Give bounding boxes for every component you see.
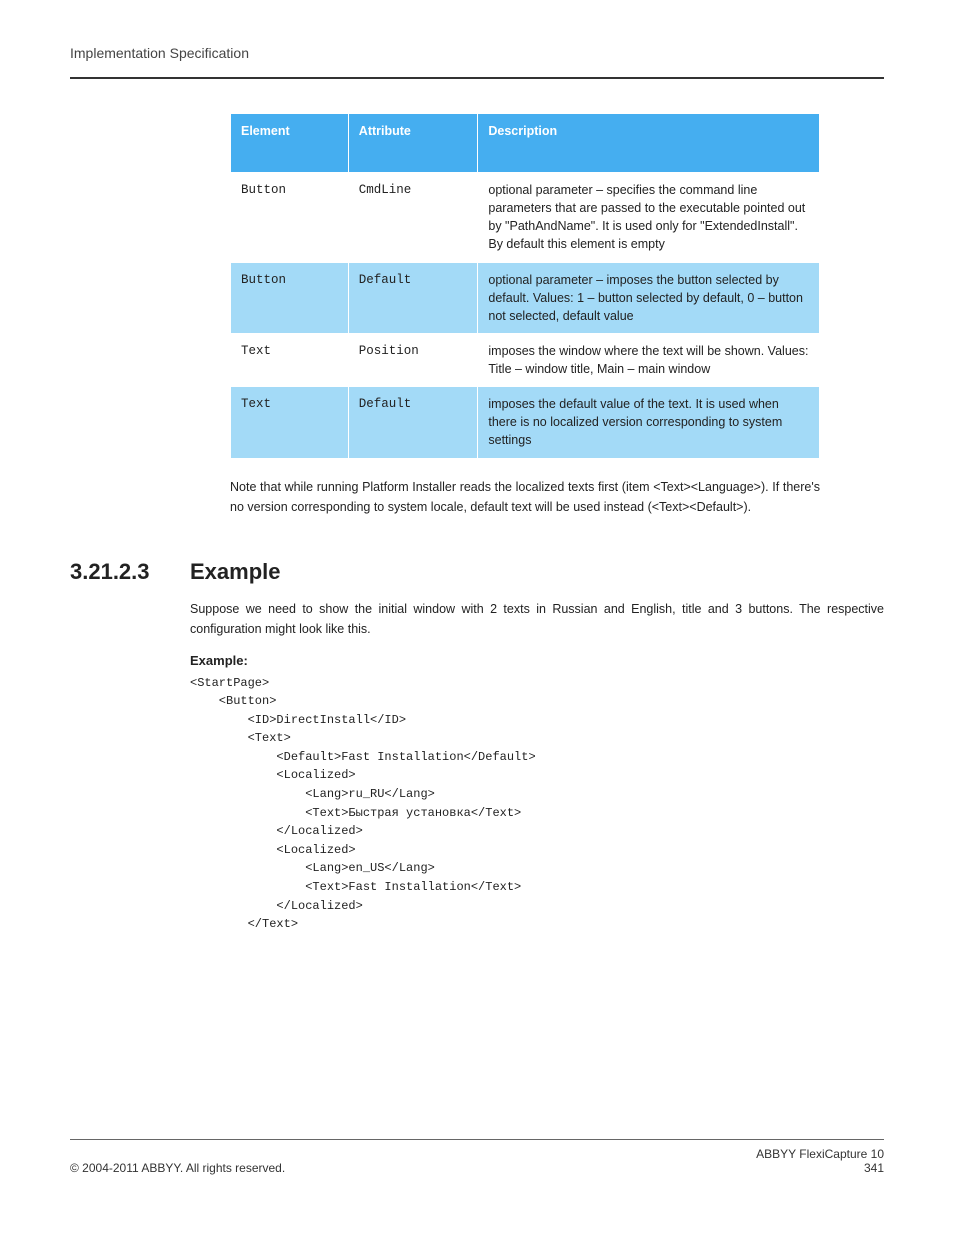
cell-element: Text (231, 333, 349, 386)
cell-description: optional parameter – specifies the comma… (478, 173, 820, 263)
table-row: Button Default optional parameter – impo… (231, 262, 820, 333)
bottom-rule (70, 1139, 884, 1140)
col-header-description: Description (478, 114, 820, 173)
cell-attribute: Default (348, 262, 478, 333)
footer-product: ABBYY FlexiCapture 10 341 (756, 1147, 884, 1175)
col-header-element: Element (231, 114, 349, 173)
attributes-table-wrap: Element Attribute Description Button Cmd… (230, 113, 820, 459)
section-title: Example (190, 559, 281, 585)
example-intro: Suppose we need to show the initial wind… (190, 599, 884, 639)
cell-description: imposes the default value of the text. I… (478, 387, 820, 458)
table-row: Text Default imposes the default value o… (231, 387, 820, 458)
page: Implementation Specification Element Att… (0, 0, 954, 1235)
example-label: Example: (190, 653, 884, 668)
cell-attribute: Default (348, 387, 478, 458)
table-row: Text Position imposes the window where t… (231, 333, 820, 386)
cell-element: Button (231, 262, 349, 333)
attributes-table: Element Attribute Description Button Cmd… (230, 113, 820, 459)
table-header-row: Element Attribute Description (231, 114, 820, 173)
cell-attribute: CmdLine (348, 173, 478, 263)
col-header-attribute: Attribute (348, 114, 478, 173)
cell-element: Text (231, 387, 349, 458)
cell-description: imposes the window where the text will b… (478, 333, 820, 386)
footer-copyright: © 2004-2011 ABBYY. All rights reserved. (70, 1161, 285, 1175)
cell-element: Button (231, 173, 349, 263)
code-block: <StartPage> <Button> <ID>DirectInstall</… (190, 674, 884, 934)
running-header: Implementation Specification (70, 45, 884, 61)
top-rule (70, 77, 884, 79)
section-number: 3.21.2.3 (70, 559, 168, 585)
section-heading: 3.21.2.3 Example (70, 559, 884, 585)
footer-page-number: 341 (756, 1161, 884, 1175)
note-paragraph: Note that while running Platform Install… (230, 477, 820, 517)
cell-description: optional parameter – imposes the button … (478, 262, 820, 333)
table-row: Button CmdLine optional parameter – spec… (231, 173, 820, 263)
footer-product-name: ABBYY FlexiCapture 10 (756, 1147, 884, 1161)
cell-attribute: Position (348, 333, 478, 386)
